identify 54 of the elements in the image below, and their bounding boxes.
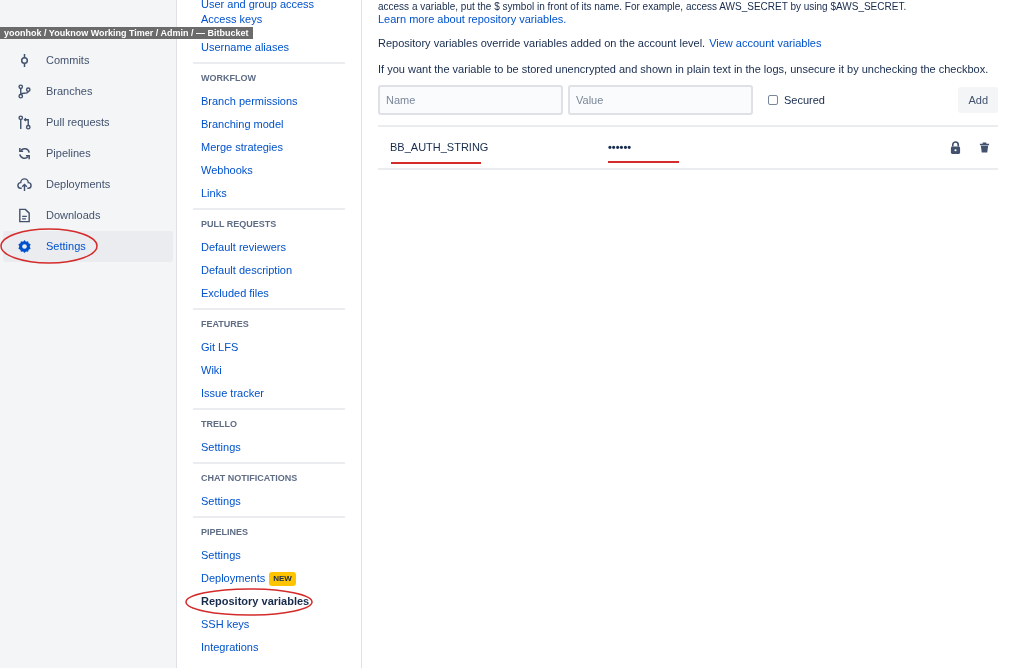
settings-icon	[17, 239, 32, 254]
settings-link[interactable]: Username aliases	[201, 39, 290, 56]
document-icon	[17, 208, 32, 223]
nav-item[interactable]: Pipelines	[3, 138, 173, 169]
cloud-upload-icon	[17, 177, 32, 192]
settings-link[interactable]: Settings	[201, 547, 241, 564]
settings-link[interactable]: Default description	[201, 262, 293, 279]
settings-link[interactable]: Wiki	[201, 362, 222, 379]
nav-item[interactable]: Settings	[3, 231, 173, 262]
paragraph-text: access a variable, put the $ symbol in front of its name. For example, access AWS_SECRET by using $AWS_SECRET.	[378, 0, 908, 12]
new-badge: NEW	[269, 571, 296, 586]
settings-link[interactable]: Links	[201, 185, 227, 202]
checkbox-label: Secured	[784, 92, 825, 108]
nav-item[interactable]: Deployments	[3, 169, 173, 200]
section-heading: PULL REQUESTS	[200, 217, 278, 231]
settings-link[interactable]: Deployments	[201, 570, 266, 587]
paragraph-text: Repository variables override variables added on the account level.	[378, 35, 706, 51]
section-heading: WORKFLOW	[200, 71, 257, 85]
variable-name: BB_AUTH_STRING	[390, 140, 490, 156]
trash-icon[interactable]	[979, 142, 990, 153]
settings-link[interactable]: Access keys	[201, 10, 263, 28]
branch-icon	[17, 84, 32, 99]
nav-item[interactable]: Branches	[3, 76, 173, 107]
settings-link[interactable]: Branching model	[201, 116, 284, 133]
settings-link[interactable]: Issue tracker	[201, 385, 264, 402]
secured-checkbox[interactable]	[768, 95, 778, 105]
settings-link[interactable]: Integrations	[201, 639, 259, 656]
settings-link[interactable]: SSH keys	[201, 616, 250, 633]
section-heading: TRELLO	[200, 417, 238, 431]
nav-item[interactable]: Downloads	[3, 200, 173, 231]
settings-link[interactable]: Default reviewers	[201, 239, 286, 256]
settings-link[interactable]: Merge strategies	[201, 139, 283, 156]
section-heading: PIPELINES	[200, 525, 249, 539]
pull-request-icon	[17, 115, 32, 130]
settings-link[interactable]: User and group access	[201, 0, 315, 12]
sync-icon	[17, 146, 32, 161]
settings-link[interactable]: Git LFS	[201, 339, 239, 356]
name-field[interactable]: Name	[378, 85, 563, 115]
nav-item[interactable]: Pull requests	[3, 107, 173, 138]
tooltip: yoonhok / Youknow Working Timer / Admin / — Bitbucket	[0, 27, 253, 39]
settings-link[interactable]: Settings	[201, 493, 241, 510]
section-heading: FEATURES	[200, 317, 250, 331]
paragraph-text: If you want the variable to be stored unencrypted and shown in plain text in the logs, unsecure it by unchecking the checkbox.	[378, 62, 990, 75]
settings-link[interactable]: Settings	[201, 439, 241, 456]
settings-link[interactable]: Branch permissions	[201, 93, 298, 110]
add-button[interactable]: Add	[958, 87, 998, 113]
account-variables-link[interactable]: View account variables	[709, 34, 822, 52]
settings-link[interactable]: Webhooks	[201, 162, 253, 179]
settings-link[interactable]: Repository variables	[201, 593, 310, 610]
section-heading: CHAT NOTIFICATIONS	[200, 471, 299, 485]
settings-link[interactable]: Excluded files	[201, 285, 269, 302]
variable-value: ••••••	[608, 140, 632, 156]
nav-item[interactable]: Commits	[3, 45, 173, 76]
value-field[interactable]: Value	[568, 85, 753, 115]
